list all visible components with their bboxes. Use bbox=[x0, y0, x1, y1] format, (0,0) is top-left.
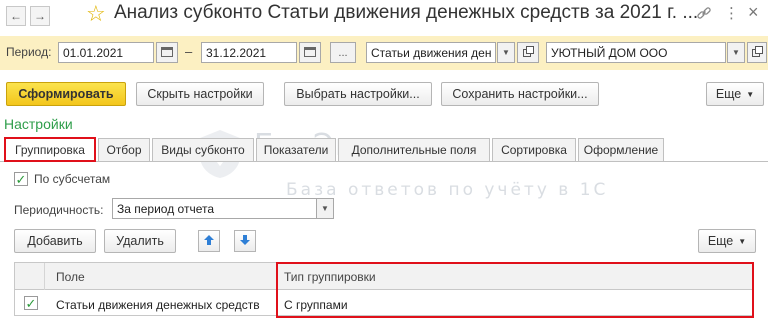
tab-sorting[interactable]: Сортировка bbox=[492, 138, 576, 161]
calendar-icon bbox=[304, 46, 316, 60]
chevron-down-icon: ▼ bbox=[732, 48, 740, 57]
periodicity-select[interactable]: За период отчета bbox=[112, 198, 318, 219]
tab-formatting[interactable]: Оформление bbox=[578, 138, 664, 161]
generate-button[interactable]: Сформировать bbox=[6, 82, 126, 106]
column-header-grouping-type[interactable]: Тип группировки bbox=[284, 270, 376, 284]
settings-title: Настройки bbox=[4, 116, 73, 132]
tab-grouping[interactable]: Группировка bbox=[4, 137, 96, 162]
organization-dropdown-button[interactable]: ▼ bbox=[727, 42, 745, 63]
hide-settings-button[interactable]: Скрыть настройки bbox=[136, 82, 264, 106]
more-vertical-icon[interactable]: ⋮ bbox=[724, 4, 739, 22]
close-icon[interactable]: × bbox=[748, 2, 759, 23]
row-checkbox[interactable]: ✓ bbox=[24, 296, 38, 310]
period-dash: – bbox=[185, 44, 193, 59]
check-icon: ✓ bbox=[15, 171, 27, 187]
account-dropdown-button[interactable]: ▼ bbox=[497, 42, 515, 63]
periodicity-label: Периодичность: bbox=[14, 203, 104, 217]
chevron-down-icon: ▼ bbox=[502, 48, 510, 57]
forward-button[interactable]: → bbox=[30, 6, 50, 26]
organization-open-button[interactable] bbox=[747, 42, 767, 63]
check-icon: ✓ bbox=[25, 295, 37, 311]
choose-settings-button[interactable]: Выбрать настройки... bbox=[284, 82, 432, 106]
account-open-button[interactable] bbox=[517, 42, 539, 63]
chevron-down-icon: ▼ bbox=[738, 236, 747, 246]
periodicity-dropdown-button[interactable]: ▼ bbox=[316, 198, 334, 219]
arrow-up-icon bbox=[203, 234, 215, 249]
tab-strip-line bbox=[0, 161, 768, 162]
period-label: Период: bbox=[6, 45, 52, 59]
tab-filter[interactable]: Отбор bbox=[98, 138, 150, 161]
more-button[interactable]: Еще ▼ bbox=[706, 82, 764, 106]
move-down-button[interactable] bbox=[234, 230, 256, 252]
by-subaccounts-checkbox[interactable]: ✓ bbox=[14, 172, 28, 186]
back-button[interactable]: ← bbox=[6, 6, 26, 26]
by-subaccounts-label: По субсчетам bbox=[34, 172, 111, 186]
star-icon[interactable]: ☆ bbox=[86, 1, 106, 27]
open-window-icon bbox=[522, 45, 534, 60]
more-label: Еще bbox=[715, 87, 742, 101]
calendar-button-to[interactable] bbox=[299, 42, 321, 63]
period-from-field[interactable]: 01.01.2021 bbox=[58, 42, 154, 63]
organization-select[interactable]: УЮТНЫЙ ДОМ ООО bbox=[546, 42, 726, 63]
column-header-field[interactable]: Поле bbox=[56, 270, 85, 284]
account-select[interactable]: Статьи движения ден bbox=[366, 42, 496, 63]
arrow-right-icon: → bbox=[34, 9, 46, 23]
tab-indicators[interactable]: Показатели bbox=[256, 138, 336, 161]
watermark-tagline: База ответов по учёту в 1С bbox=[286, 180, 609, 200]
row-grouping-type-value[interactable]: С группами bbox=[284, 298, 348, 312]
calendar-icon bbox=[161, 46, 173, 60]
calendar-button-from[interactable] bbox=[156, 42, 178, 63]
arrow-left-icon: ← bbox=[10, 9, 22, 23]
add-button[interactable]: Добавить bbox=[14, 229, 96, 253]
chevron-down-icon: ▼ bbox=[321, 204, 329, 213]
tab-subconto-types[interactable]: Виды субконто bbox=[152, 138, 254, 161]
window-title: Анализ субконто Статьи движения денежных… bbox=[114, 2, 699, 23]
grouping-more-button[interactable]: Еще ▼ bbox=[698, 229, 756, 253]
open-window-icon bbox=[751, 45, 763, 60]
delete-button[interactable]: Удалить bbox=[104, 229, 176, 253]
move-up-button[interactable] bbox=[198, 230, 220, 252]
more-label: Еще bbox=[707, 234, 734, 248]
arrow-down-icon bbox=[239, 234, 251, 249]
link-icon[interactable] bbox=[696, 5, 712, 25]
tab-additional-fields[interactable]: Дополнительные поля bbox=[338, 138, 490, 161]
row-field-value: Статьи движения денежных средств bbox=[56, 298, 260, 312]
period-to-field[interactable]: 31.12.2021 bbox=[201, 42, 297, 63]
save-settings-button[interactable]: Сохранить настройки... bbox=[441, 82, 599, 106]
chevron-down-icon: ▼ bbox=[746, 89, 755, 99]
period-select-button[interactable]: ... bbox=[330, 42, 356, 63]
